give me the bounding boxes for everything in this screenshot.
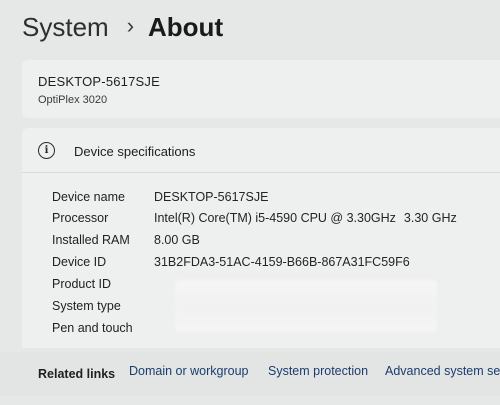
- redacted-values: [175, 280, 437, 332]
- domain-or-workgroup-link[interactable]: Domain or workgroup: [129, 364, 249, 378]
- spec-label: Installed RAM: [52, 233, 130, 247]
- spec-value: DESKTOP-5617SJE: [154, 190, 269, 204]
- spec-value: 8.00 GB: [154, 233, 200, 247]
- chevron-right-icon: ›: [126, 12, 135, 38]
- device-specifications-title: Device specifications: [74, 144, 196, 159]
- processor-name: Intel(R) Core(TM) i5-4590 CPU @ 3.30GHz: [154, 211, 396, 225]
- breadcrumb-system-link[interactable]: System: [22, 12, 109, 43]
- spec-label: Device name: [52, 190, 125, 204]
- info-icon: i: [38, 142, 55, 159]
- device-card: DESKTOP-5617SJE OptiPlex 3020: [22, 60, 500, 118]
- processor-speed: 3.30 GHz: [403, 211, 457, 225]
- spec-label: Product ID: [52, 277, 112, 291]
- device-model: OptiPlex 3020: [38, 94, 108, 106]
- spec-value: Intel(R) Core(TM) i5-4590 CPU @ 3.30GHz 3…: [154, 211, 457, 225]
- spec-label: Pen and touch: [52, 321, 133, 335]
- spec-label: System type: [52, 299, 121, 313]
- breadcrumb: System › About: [22, 12, 223, 43]
- advanced-system-settings-link[interactable]: Advanced system sett: [385, 364, 500, 378]
- spec-value: 31B2FDA3-51AC-4159-B66B-867A31FC59F6: [154, 255, 410, 269]
- spec-label: Device ID: [52, 255, 107, 269]
- related-links-label: Related links: [38, 367, 116, 381]
- device-specifications-header[interactable]: i Device specifications: [22, 128, 500, 173]
- device-name-heading: DESKTOP-5617SJE: [38, 74, 160, 89]
- spec-label: Processor: [52, 211, 109, 225]
- page-title: About: [148, 12, 224, 42]
- related-links-bar: Related links Domain or workgroup System…: [0, 352, 500, 396]
- system-protection-link[interactable]: System protection: [268, 364, 368, 378]
